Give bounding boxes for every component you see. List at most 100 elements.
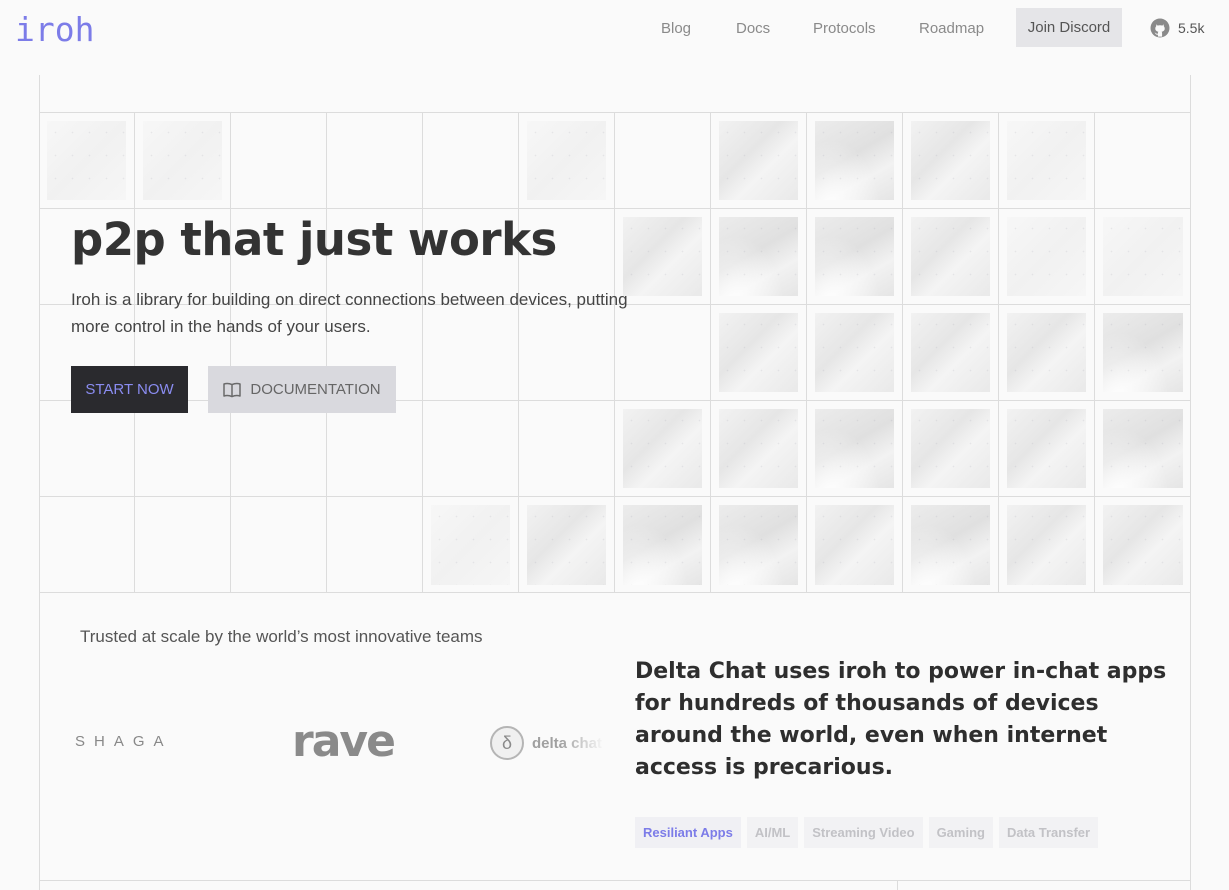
start-now-button[interactable]: START NOW [71,366,188,413]
decorative-tile [527,505,606,585]
decorative-tile [719,217,798,296]
decorative-tile [911,121,990,200]
grid-cell [999,209,1095,305]
grid-cell [39,113,135,209]
decorative-tile [1007,505,1086,585]
grid-cell [711,497,807,593]
grid-cell [903,209,999,305]
grid-cell [423,497,519,593]
nav-docs-link[interactable]: Docs [736,20,770,37]
grid-cell [135,401,231,497]
nav-roadmap-link[interactable]: Roadmap [919,20,984,37]
github-star-count: 5.5k [1178,20,1205,36]
decorative-tile [623,409,702,488]
grid-cell [903,401,999,497]
grid-cell [327,401,423,497]
grid-cell [999,113,1095,209]
decorative-tile [911,313,990,392]
grid-cell [135,113,231,209]
hero-title: p2p that just works [71,213,557,266]
grid-cell [999,497,1095,593]
grid-cell [39,401,135,497]
grid-cell [615,401,711,497]
decorative-tile [815,217,894,296]
decorative-tile [143,121,222,200]
join-discord-button[interactable]: Join Discord [1016,8,1122,47]
rave-logo: rave [292,716,396,767]
github-icon [1150,18,1170,38]
grid-cell [807,113,903,209]
section-divider-tick [897,880,898,890]
hero-subtitle: Iroh is a library for building on direct… [71,290,628,336]
grid-cell [1095,209,1191,305]
grid-cell [1095,113,1191,209]
decorative-tile [911,217,990,296]
grid-cell [807,497,903,593]
decorative-tile [1007,121,1086,200]
shaga-logo: SHAGA [75,733,173,750]
use-case-tags: Resiliant Apps AI/ML Streaming Video Gam… [635,817,1099,848]
decorative-tile [815,313,894,392]
delta-chat-logo-icon: δ [490,726,524,760]
grid-cell [327,113,423,209]
decorative-tile [815,409,894,488]
hero-tile-grid [39,112,1191,593]
grid-cell [231,401,327,497]
grid-cell [1095,401,1191,497]
tag-ai-ml[interactable]: AI/ML [746,817,799,848]
decorative-tile [1007,217,1086,296]
nav-blog-link[interactable]: Blog [661,20,691,37]
logo-fade [560,720,610,764]
grid-cell [807,209,903,305]
decorative-tile [1103,505,1183,585]
decorative-tile [815,505,894,585]
grid-cell [519,497,615,593]
grid-cell [615,113,711,209]
decorative-tile [1007,409,1086,488]
grid-cell [423,401,519,497]
grid-cell [519,113,615,209]
grid-cell [135,497,231,593]
testimonial-quote: Delta Chat uses iroh to power in-chat ap… [635,659,1167,780]
decorative-tile [719,409,798,488]
decorative-tile [719,313,798,392]
book-icon [223,382,242,397]
decorative-tile [1103,313,1183,392]
documentation-label: DOCUMENTATION [250,381,381,398]
tag-streaming-video[interactable]: Streaming Video [804,817,923,848]
decorative-tile [719,121,798,200]
grid-cell [903,113,999,209]
github-stars-link[interactable]: 5.5k [1150,18,1204,38]
decorative-tile [911,505,990,585]
grid-cell [711,209,807,305]
decorative-tile [527,121,606,200]
grid-cell [519,401,615,497]
section-divider [39,880,1191,881]
grid-cell [711,113,807,209]
grid-cell [711,305,807,401]
decorative-tile [911,409,990,488]
decorative-tile [719,505,798,585]
iroh-logo[interactable]: iroh [15,10,94,49]
grid-cell [327,497,423,593]
decorative-tile [1103,217,1183,296]
decorative-tile [431,505,510,585]
grid-cell [231,113,327,209]
tag-data-transfer[interactable]: Data Transfer [998,817,1099,848]
grid-cell [1095,305,1191,401]
grid-cell [615,497,711,593]
decorative-tile [1103,409,1183,488]
nav-protocols-link[interactable]: Protocols [813,20,876,37]
grid-cell [711,401,807,497]
decorative-tile [47,121,126,200]
grid-cell [1095,497,1191,593]
decorative-tile [1007,313,1086,392]
grid-cell [999,305,1095,401]
tag-gaming[interactable]: Gaming [928,817,993,848]
grid-cell [903,497,999,593]
decorative-tile [623,217,702,296]
grid-cell [423,113,519,209]
tag-resiliant-apps[interactable]: Resiliant Apps [635,817,741,848]
documentation-button[interactable]: DOCUMENTATION [208,366,396,413]
grid-cell [39,497,135,593]
